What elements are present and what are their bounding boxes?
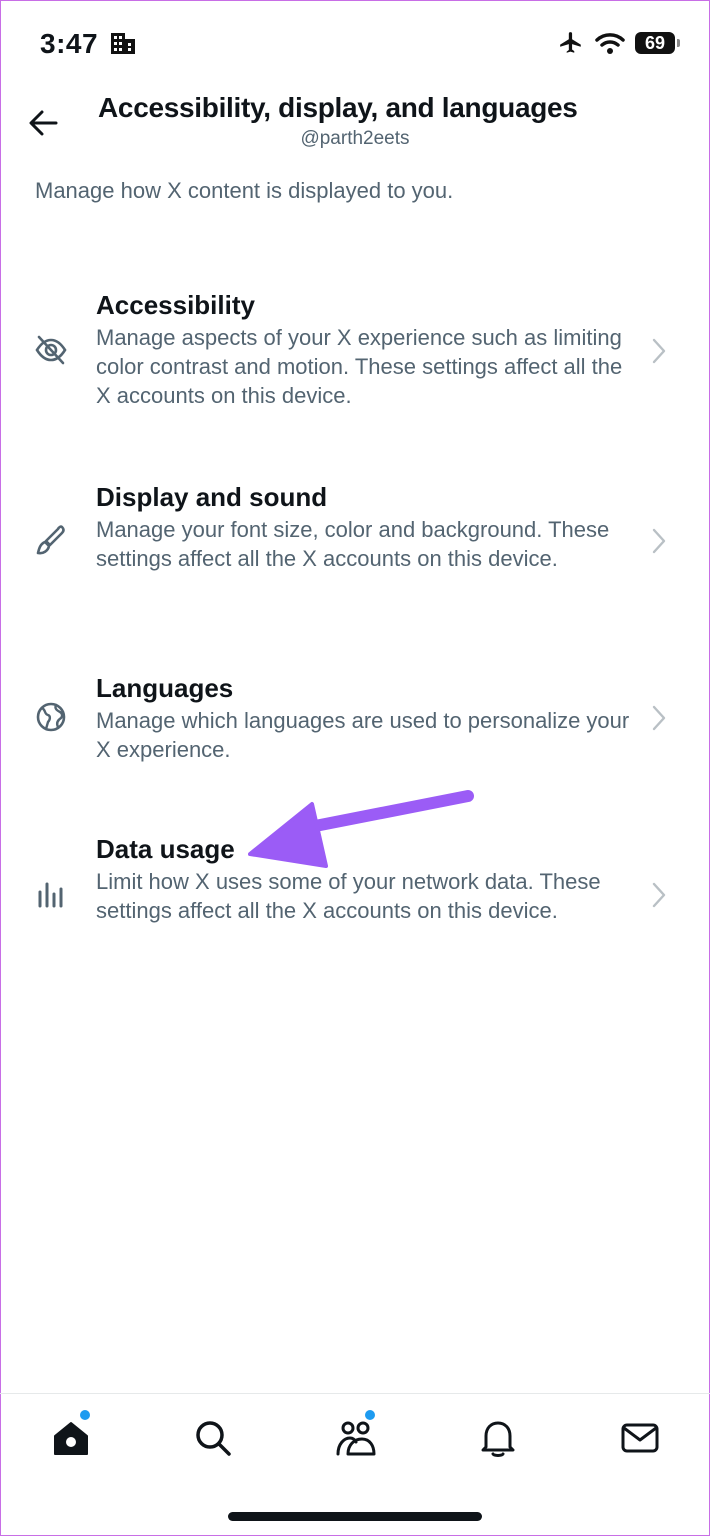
chevron-right-icon — [652, 528, 666, 554]
item-title: Display and sound — [96, 482, 328, 512]
globe-icon — [36, 702, 66, 732]
airplane-icon — [560, 32, 581, 53]
battery-tip — [677, 39, 680, 47]
item-title: Accessibility — [96, 290, 255, 320]
bar-chart-icon — [38, 882, 63, 908]
chevron-right-icon — [652, 338, 666, 364]
status-time: 3:47 — [40, 28, 99, 59]
account-handle: @parth2eets — [300, 128, 410, 149]
chevron-right-icon — [652, 705, 666, 731]
search-icon[interactable] — [193, 1418, 233, 1458]
item-title: Data usage — [96, 834, 235, 864]
battery-indicator: 69 — [635, 32, 675, 54]
screenshot-border — [0, 0, 710, 1536]
status-bar: 3:47 69 — [0, 0, 710, 86]
home-icon[interactable] — [51, 1418, 91, 1458]
chevron-right-icon — [652, 882, 666, 908]
settings-item-accessibility[interactable]: Accessibility Manage aspects of your X e… — [0, 290, 710, 415]
intro-text: Manage how X content is displayed to you… — [35, 178, 454, 203]
item-description: Manage aspects of your X experience such… — [96, 325, 623, 408]
home-notification-dot — [80, 1410, 90, 1420]
annotation-arrow — [248, 790, 474, 868]
home-indicator — [228, 1512, 482, 1521]
messages-icon[interactable] — [620, 1418, 660, 1458]
communities-icon[interactable] — [336, 1418, 376, 1458]
building-icon — [111, 33, 135, 54]
paintbrush-icon — [36, 525, 65, 555]
page-header: Accessibility, display, and languages @p… — [0, 86, 710, 166]
item-title: Languages — [96, 673, 234, 703]
page-title: Accessibility, display, and languages — [98, 92, 578, 123]
wifi-icon — [595, 33, 625, 54]
settings-item-display-and-sound[interactable]: Display and sound Manage your font size,… — [0, 482, 710, 602]
notifications-icon[interactable] — [478, 1418, 518, 1458]
settings-item-languages[interactable]: Languages Manage which languages are use… — [0, 673, 710, 765]
item-description: Manage which languages are used to perso… — [96, 708, 630, 762]
communities-notification-dot — [365, 1410, 375, 1420]
eye-off-icon — [35, 335, 67, 365]
item-description: Manage your font size, color and backgro… — [96, 517, 610, 571]
